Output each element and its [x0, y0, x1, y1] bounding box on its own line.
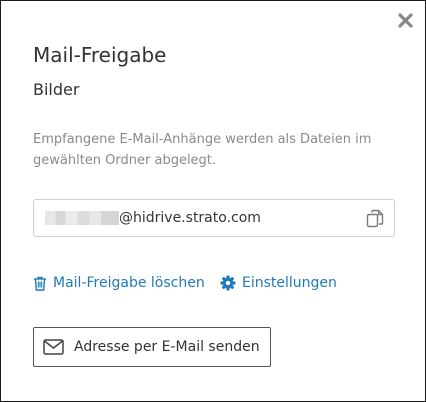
copy-address-button[interactable] — [366, 209, 386, 229]
close-button[interactable] — [397, 12, 414, 29]
trash-icon — [34, 276, 46, 291]
address-domain: @hidrive.strato.com — [119, 210, 261, 226]
dialog-title: Mail-Freigabe — [33, 43, 167, 67]
delete-share-link[interactable]: Mail-Freigabe löschen — [33, 273, 205, 293]
delete-share-label: Mail-Freigabe löschen — [53, 275, 205, 291]
send-address-label: Adresse per E-Mail senden — [74, 339, 260, 355]
address-local-part-redacted — [45, 211, 119, 225]
gear-icon — [220, 275, 236, 291]
description-text: Empfangene E-Mail-Anhänge werden als Dat… — [33, 132, 372, 168]
close-icon — [398, 13, 413, 28]
send-address-button[interactable]: Adresse per E-Mail senden — [33, 327, 271, 367]
folder-name: Bilder — [33, 80, 80, 99]
settings-label: Einstellungen — [242, 275, 337, 291]
mail-share-dialog: Mail-Freigabe Bilder Empfangene E-Mail-A… — [0, 0, 426, 402]
settings-link[interactable]: Einstellungen — [220, 273, 337, 293]
copy-icon — [366, 209, 384, 228]
mail-address-field[interactable]: @hidrive.strato.com — [33, 199, 395, 237]
envelope-icon — [43, 339, 64, 355]
